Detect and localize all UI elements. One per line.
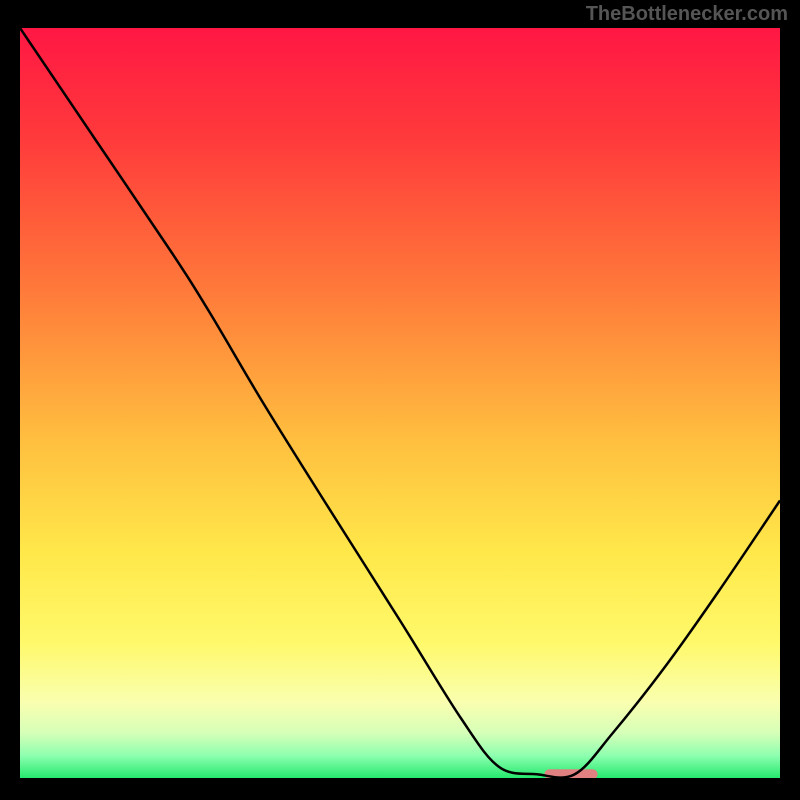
plot-area (20, 28, 780, 778)
chart-container: TheBottlenecker.com (0, 0, 800, 800)
chart-svg (20, 28, 780, 778)
watermark-text: TheBottlenecker.com (586, 3, 788, 26)
